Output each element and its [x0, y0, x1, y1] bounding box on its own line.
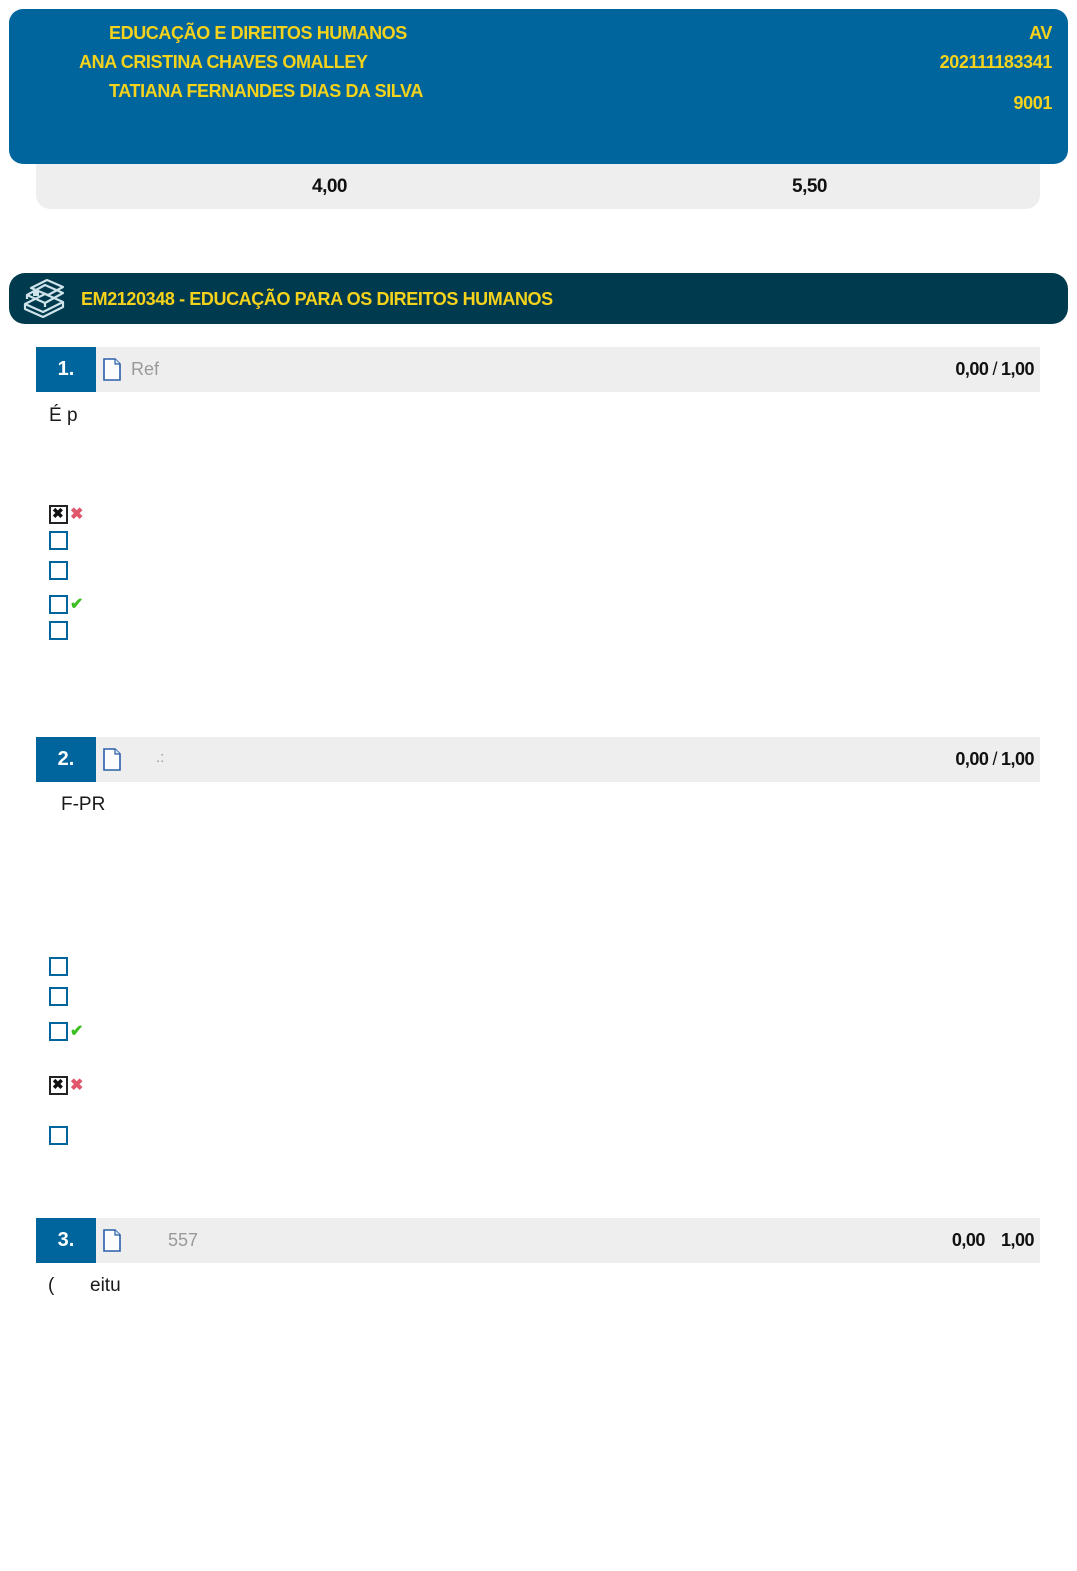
question-1-text: É p [49, 405, 78, 426]
checkbox[interactable] [49, 1076, 68, 1095]
wrong-icon: ✖ [70, 1077, 84, 1094]
class-code: 9001 [1013, 93, 1053, 113]
books-icon [23, 278, 65, 318]
question-number: 3. [36, 1218, 96, 1263]
question-2-text: F-PR [61, 794, 106, 815]
course-name: EDUCAÇÃO E DIREITOS HUMANOS [109, 23, 407, 43]
question-2-bar: 2. .: 0,00/1,00 [36, 737, 1040, 782]
checkbox[interactable] [49, 987, 68, 1006]
option-e[interactable] [49, 1126, 99, 1146]
document-icon[interactable] [103, 358, 121, 381]
grade-right: 5,50 [792, 176, 827, 197]
option-a[interactable]: ✖ [49, 505, 99, 525]
checkbox[interactable] [49, 531, 68, 550]
question-ref: 557 [168, 1230, 199, 1250]
option-c[interactable]: ✔ [49, 1022, 99, 1042]
option-a[interactable] [49, 957, 99, 977]
checkbox[interactable] [49, 1126, 68, 1145]
course-title: EM2120348 - EDUCAÇÃO PARA OS DIREITOS HU… [81, 289, 553, 309]
course-banner: EM2120348 - EDUCAÇÃO PARA OS DIREITOS HU… [9, 273, 1068, 324]
option-c[interactable] [49, 561, 99, 581]
checkbox[interactable] [49, 561, 68, 580]
question-3-text: eitu [90, 1275, 121, 1296]
registration-number: 202111183341 [939, 52, 1053, 72]
question-3-text-start: ( [48, 1275, 55, 1296]
grade-left: 4,00 [312, 176, 347, 197]
question-score: 0,00/1,00 [955, 749, 1034, 769]
question-score: 0,00 1,00 [951, 1230, 1035, 1250]
question-score: 0,00/1,00 [955, 359, 1034, 379]
checkbox[interactable] [49, 621, 68, 640]
question-1-bar: 1. Ref 0,00/1,00 [36, 347, 1040, 392]
document-icon[interactable] [103, 1229, 121, 1252]
grades-bar: 4,00 5,50 [36, 164, 1040, 209]
question-ref: Ref [131, 359, 160, 379]
student-name: ANA CRISTINA CHAVES OMALLEY [79, 52, 368, 72]
option-e[interactable] [49, 621, 99, 641]
question-ref: .: [156, 749, 165, 766]
option-d[interactable]: ✔ [49, 595, 99, 615]
option-b[interactable] [49, 987, 99, 1007]
exam-header: EDUCAÇÃO E DIREITOS HUMANOS ANA CRISTINA… [9, 9, 1068, 164]
checkbox[interactable] [49, 505, 68, 524]
checkbox[interactable] [49, 957, 68, 976]
exam-type: AV [1029, 23, 1052, 43]
check-icon: ✔ [70, 1023, 84, 1040]
question-3-bar: 3. 557 0,00 1,00 [36, 1218, 1040, 1263]
question-number: 2. [36, 737, 96, 782]
wrong-icon: ✖ [70, 506, 84, 523]
checkbox[interactable] [49, 1022, 68, 1041]
document-icon[interactable] [103, 748, 121, 771]
checkbox[interactable] [49, 595, 68, 614]
check-icon: ✔ [70, 596, 84, 613]
option-d[interactable]: ✖ [49, 1076, 99, 1096]
teacher-name: TATIANA FERNANDES DIAS DA SILVA [109, 81, 423, 101]
question-number: 1. [36, 347, 96, 392]
option-b[interactable] [49, 531, 99, 551]
